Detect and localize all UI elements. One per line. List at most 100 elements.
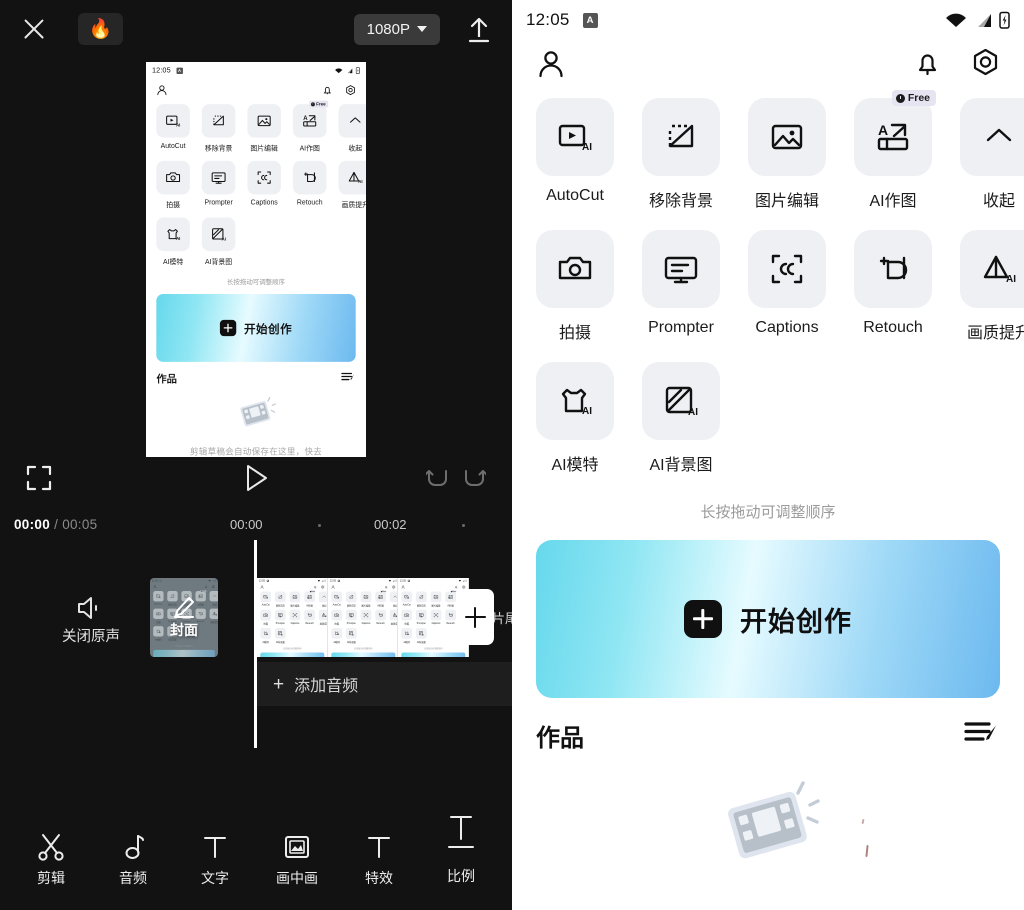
tool-1[interactable]: 移除背景 bbox=[201, 104, 236, 153]
tool-tile[interactable] bbox=[247, 104, 281, 138]
tool-tile[interactable]: AI bbox=[330, 627, 342, 639]
tool-7[interactable]: Captions bbox=[247, 160, 281, 210]
tool-tile[interactable] bbox=[960, 98, 1024, 176]
tool-10[interactable]: AI AI模特 bbox=[260, 627, 272, 644]
tool-tile[interactable] bbox=[274, 609, 286, 621]
tool-tile[interactable] bbox=[642, 230, 720, 308]
tool-tile[interactable]: Free A bbox=[854, 90, 936, 176]
tool-tile[interactable] bbox=[360, 591, 371, 603]
tool-2[interactable]: 图片编辑 bbox=[289, 591, 301, 608]
tool-tile[interactable]: AI bbox=[260, 591, 272, 603]
tool-0[interactable]: AI AutoCut bbox=[156, 104, 190, 153]
tool-tile[interactable] bbox=[289, 609, 301, 621]
tool-2[interactable]: 图片编辑 bbox=[247, 104, 281, 153]
tool-2[interactable]: 图片编辑 bbox=[430, 591, 442, 608]
tool-9[interactable]: AI 画质提升 bbox=[960, 230, 1024, 343]
tool-tile[interactable] bbox=[345, 609, 357, 621]
tool-11[interactable]: AI AI背景图 bbox=[201, 217, 236, 267]
tool-7[interactable]: Captions bbox=[430, 609, 442, 626]
tool-10[interactable]: AI AI模特 bbox=[401, 627, 413, 644]
tool-tile[interactable]: AI bbox=[201, 217, 236, 252]
tool-7[interactable]: Captions bbox=[289, 609, 301, 626]
tool-tile[interactable]: Free A bbox=[445, 590, 457, 603]
tool-tile[interactable]: AI bbox=[156, 217, 190, 252]
tool-tile[interactable] bbox=[360, 609, 371, 621]
tool-5[interactable]: 拍摄 bbox=[401, 609, 413, 626]
mute-original-audio-button[interactable]: 关闭原声 bbox=[62, 595, 120, 646]
tool-6[interactable]: Prompter bbox=[416, 609, 427, 626]
tool-tile[interactable]: AI bbox=[642, 362, 720, 440]
tool-tile[interactable]: AI bbox=[274, 627, 286, 639]
tool-tile[interactable]: AI bbox=[536, 98, 614, 176]
flame-logo[interactable]: 🔥 bbox=[78, 13, 123, 45]
resolution-dropdown[interactable]: 1080P bbox=[353, 13, 440, 45]
tool-8[interactable]: Retouch bbox=[292, 160, 327, 210]
tool-tile[interactable]: AI bbox=[260, 627, 272, 639]
tool-tile[interactable] bbox=[260, 609, 272, 621]
tool-3[interactable]: Free A AI作图 bbox=[374, 590, 387, 608]
tool-tile[interactable] bbox=[748, 230, 826, 308]
tool-11[interactable]: AI AI背景图 bbox=[345, 627, 357, 644]
bottom-tool-pip[interactable]: 画中画 bbox=[262, 833, 332, 888]
tool-tile[interactable] bbox=[274, 591, 286, 603]
tool-tile[interactable] bbox=[430, 591, 442, 603]
tool-tile[interactable] bbox=[338, 104, 366, 138]
tool-6[interactable]: Prompter bbox=[345, 609, 357, 626]
tool-tile[interactable] bbox=[330, 609, 342, 621]
tool-tile[interactable]: AI bbox=[389, 609, 398, 621]
tool-7[interactable]: Captions bbox=[360, 609, 371, 626]
tool-1[interactable]: 移除背景 bbox=[416, 591, 427, 608]
tool-6[interactable]: Prompter bbox=[201, 160, 236, 210]
add-audio-button[interactable]: + 添加音频 bbox=[257, 662, 512, 706]
tool-tile[interactable]: AI bbox=[156, 104, 190, 138]
tool-9[interactable]: AI 画质提升 bbox=[338, 160, 366, 210]
tool-11[interactable]: AI AI背景图 bbox=[416, 627, 427, 644]
close-icon[interactable] bbox=[18, 13, 50, 45]
tool-tile[interactable] bbox=[201, 104, 236, 138]
tool-9[interactable]: AI 画质提升 bbox=[318, 609, 327, 626]
tool-1[interactable]: 移除背景 bbox=[274, 591, 286, 608]
tool-tile[interactable]: AI bbox=[330, 591, 342, 603]
tool-0[interactable]: AI AutoCut bbox=[260, 591, 272, 608]
tool-1[interactable]: 移除背景 bbox=[345, 591, 357, 608]
play-icon[interactable] bbox=[238, 461, 274, 495]
tool-tile[interactable] bbox=[416, 591, 427, 603]
profile-avatar-button[interactable] bbox=[534, 47, 568, 86]
add-clip-button[interactable] bbox=[456, 589, 494, 645]
upload-icon[interactable] bbox=[464, 13, 494, 45]
tool-tile[interactable] bbox=[345, 591, 357, 603]
tool-tile[interactable] bbox=[289, 591, 301, 603]
start-creating-button[interactable]: 开始创作 bbox=[536, 540, 1000, 698]
tool-9[interactable]: AI 画质提升 bbox=[389, 609, 398, 626]
tool-8[interactable]: Retouch bbox=[374, 609, 386, 626]
video-clip-track[interactable]: 12:05 A AI AutoCut 移除背景 图片编辑 Free A AI作图… bbox=[257, 578, 469, 657]
redo-icon[interactable] bbox=[456, 461, 490, 495]
tool-tile[interactable] bbox=[318, 591, 327, 603]
tool-0[interactable]: AI AutoCut bbox=[536, 98, 614, 211]
notification-button[interactable] bbox=[912, 48, 943, 84]
list-edit-icon[interactable] bbox=[964, 719, 1000, 752]
tool-0[interactable]: AI AutoCut bbox=[330, 591, 342, 608]
tool-7[interactable]: Captions bbox=[748, 230, 826, 343]
settings-button[interactable] bbox=[969, 47, 1002, 85]
tool-tile[interactable]: Free A bbox=[374, 590, 387, 603]
tool-5[interactable]: 拍摄 bbox=[330, 609, 342, 626]
tool-tile[interactable] bbox=[536, 230, 614, 308]
tool-tile[interactable] bbox=[374, 609, 386, 621]
tool-11[interactable]: AI AI背景图 bbox=[274, 627, 286, 644]
bottom-tool-audio[interactable]: 音频 bbox=[98, 833, 168, 888]
tool-tile[interactable] bbox=[401, 609, 413, 621]
video-preview[interactable]: 12:05 A AI AutoCut 移除背景 图片编辑 Free A AI作图… bbox=[146, 62, 366, 457]
tool-5[interactable]: 拍摄 bbox=[156, 160, 190, 210]
tool-tile[interactable]: AI bbox=[960, 230, 1024, 308]
tool-tile[interactable] bbox=[748, 98, 826, 176]
tool-8[interactable]: Retouch bbox=[854, 230, 932, 343]
bottom-tool-ratio[interactable]: 比例 bbox=[426, 813, 496, 886]
tool-5[interactable]: 拍摄 bbox=[536, 230, 614, 343]
tool-tile[interactable]: AI bbox=[401, 627, 413, 639]
tool-4[interactable]: 收起 bbox=[318, 591, 327, 608]
tool-tile[interactable] bbox=[854, 230, 932, 308]
tool-tile[interactable] bbox=[201, 160, 236, 195]
tool-6[interactable]: Prompter bbox=[642, 230, 720, 343]
tool-tile[interactable] bbox=[292, 160, 327, 195]
